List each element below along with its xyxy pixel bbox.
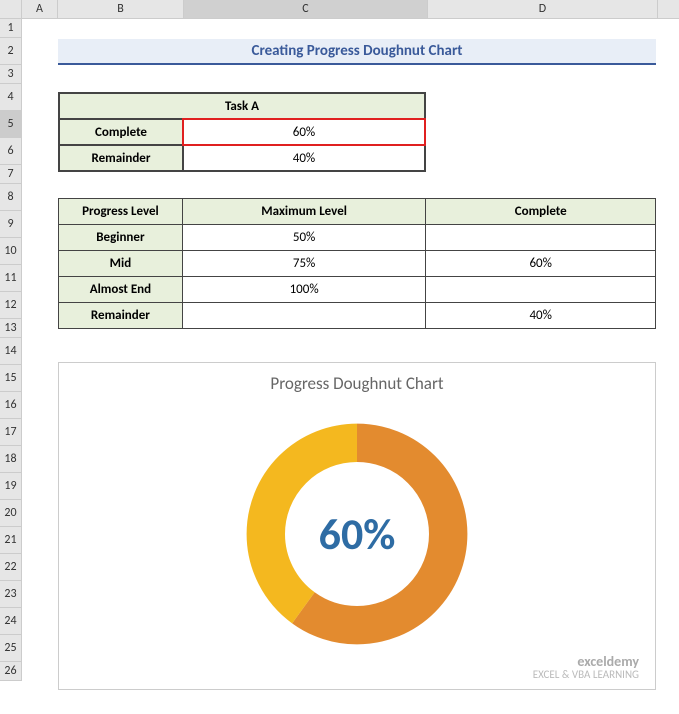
row-header-18[interactable]: 18 bbox=[0, 446, 22, 473]
page-title: Creating Progress Doughnut Chart bbox=[58, 39, 656, 65]
table-row: Almost End 100% bbox=[59, 277, 656, 303]
row-header-3[interactable]: 3 bbox=[0, 65, 22, 84]
chart-container[interactable]: Progress Doughnut Chart 60% exceldemy EX… bbox=[58, 362, 656, 690]
table-row: Complete 60% bbox=[59, 119, 425, 145]
table-row: Remainder 40% bbox=[59, 145, 425, 171]
task-table: Task A Complete 60% Remainder 40% bbox=[58, 92, 426, 172]
donut-chart: 60% bbox=[237, 414, 477, 654]
chart-title: Progress Doughnut Chart bbox=[59, 373, 655, 394]
row-header-20[interactable]: 20 bbox=[0, 500, 22, 527]
row-header-1[interactable]: 1 bbox=[0, 19, 22, 38]
task-remainder-value[interactable]: 40% bbox=[183, 145, 425, 171]
select-all-corner[interactable] bbox=[0, 0, 22, 19]
row-header-24[interactable]: 24 bbox=[0, 608, 22, 635]
row-header-21[interactable]: 21 bbox=[0, 527, 22, 554]
row-header-12[interactable]: 12 bbox=[0, 292, 22, 319]
level-complete[interactable] bbox=[426, 225, 656, 251]
col-header-A[interactable]: A bbox=[22, 0, 58, 18]
table-row: Beginner 50% bbox=[59, 225, 656, 251]
row-header-7[interactable]: 7 bbox=[0, 165, 22, 184]
task-complete-label[interactable]: Complete bbox=[59, 119, 183, 145]
row-header-9[interactable]: 9 bbox=[0, 211, 22, 238]
watermark-tagline: EXCEL & VBA LEARNING bbox=[533, 669, 639, 681]
row-header-22[interactable]: 22 bbox=[0, 554, 22, 581]
level-label[interactable]: Remainder bbox=[59, 303, 183, 329]
row-header-13[interactable]: 13 bbox=[0, 319, 22, 338]
level-complete[interactable]: 40% bbox=[426, 303, 656, 329]
level-complete[interactable] bbox=[426, 277, 656, 303]
watermark: exceldemy EXCEL & VBA LEARNING bbox=[533, 654, 639, 681]
level-header-0[interactable]: Progress Level bbox=[59, 199, 183, 225]
row-header-2[interactable]: 2 bbox=[0, 38, 22, 65]
row-header-8[interactable]: 8 bbox=[0, 184, 22, 211]
level-label[interactable]: Mid bbox=[59, 251, 183, 277]
watermark-brand: exceldemy bbox=[533, 654, 639, 669]
level-max[interactable]: 100% bbox=[182, 277, 426, 303]
col-header-C[interactable]: C bbox=[184, 0, 428, 18]
level-label[interactable]: Beginner bbox=[59, 225, 183, 251]
task-header: Task A bbox=[59, 93, 425, 119]
column-headers: A B C D bbox=[0, 0, 679, 19]
level-max[interactable]: 75% bbox=[182, 251, 426, 277]
row-header-4[interactable]: 4 bbox=[0, 84, 22, 111]
level-header-1[interactable]: Maximum Level bbox=[182, 199, 426, 225]
row-header-5[interactable]: 5 bbox=[0, 111, 22, 138]
row-header-25[interactable]: 25 bbox=[0, 635, 22, 662]
row-header-14[interactable]: 14 bbox=[0, 338, 22, 365]
col-header-D[interactable]: D bbox=[428, 0, 658, 18]
row-header-11[interactable]: 11 bbox=[0, 265, 22, 292]
level-max[interactable]: 50% bbox=[182, 225, 426, 251]
level-complete[interactable]: 60% bbox=[426, 251, 656, 277]
table-header-row: Progress Level Maximum Level Complete bbox=[59, 199, 656, 225]
task-complete-value[interactable]: 60% bbox=[183, 119, 425, 145]
level-label[interactable]: Almost End bbox=[59, 277, 183, 303]
row-header-17[interactable]: 17 bbox=[0, 419, 22, 446]
task-remainder-label[interactable]: Remainder bbox=[59, 145, 183, 171]
row-header-6[interactable]: 6 bbox=[0, 138, 22, 165]
donut-center-label: 60% bbox=[319, 507, 396, 561]
level-header-2[interactable]: Complete bbox=[426, 199, 656, 225]
table-row: Remainder 40% bbox=[59, 303, 656, 329]
row-header-19[interactable]: 19 bbox=[0, 473, 22, 500]
col-header-B[interactable]: B bbox=[58, 0, 184, 18]
row-header-26[interactable]: 26 bbox=[0, 662, 22, 681]
level-table: Progress Level Maximum Level Complete Be… bbox=[58, 198, 656, 329]
row-header-23[interactable]: 23 bbox=[0, 581, 22, 608]
table-row: Mid 75% 60% bbox=[59, 251, 656, 277]
row-header-15[interactable]: 15 bbox=[0, 365, 22, 392]
row-headers: 1234567891011121314151617181920212223242… bbox=[0, 19, 22, 681]
row-header-16[interactable]: 16 bbox=[0, 392, 22, 419]
row-header-10[interactable]: 10 bbox=[0, 238, 22, 265]
level-max[interactable] bbox=[182, 303, 426, 329]
